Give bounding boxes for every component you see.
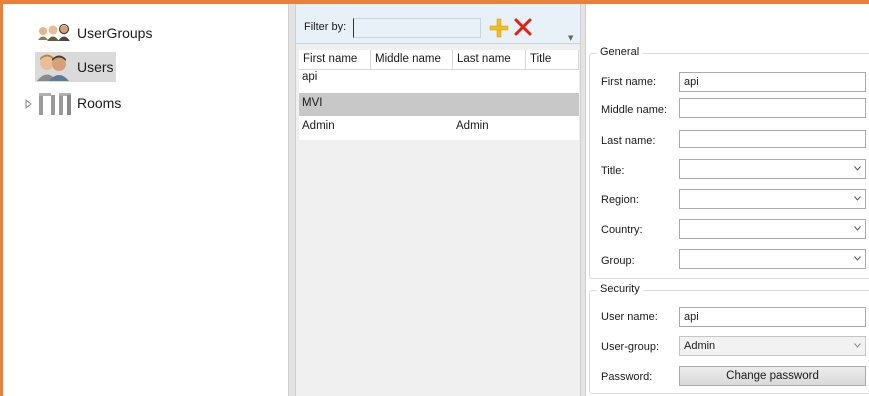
delete-icon[interactable]: [512, 16, 534, 38]
last-name-label: Last name:: [601, 135, 656, 147]
user-group-row: User-group: Admin: [590, 336, 869, 358]
first-name-field[interactable]: api: [679, 72, 866, 92]
expand-arrow-icon[interactable]: [24, 99, 34, 109]
user-name-field[interactable]: api: [679, 307, 866, 327]
navigation-tree: UserGroups Users Rooms: [3, 4, 288, 396]
tree-item-label: UserGroups: [77, 25, 153, 41]
chevron-down-icon: [854, 166, 861, 171]
middle-name-label: Middle name:: [601, 104, 668, 116]
security-group-title: Security: [597, 283, 643, 295]
group-select[interactable]: [679, 249, 866, 269]
column-header-first-name[interactable]: First name: [299, 50, 371, 70]
title-label: Title:: [601, 165, 625, 177]
group-row: Group:: [590, 249, 869, 271]
cell-title: [526, 93, 579, 116]
add-icon[interactable]: [488, 17, 510, 39]
first-name-row: First name: api: [590, 72, 869, 94]
table-row[interactable]: Admin Admin: [299, 116, 579, 140]
region-label: Region:: [601, 194, 639, 206]
overflow-icon[interactable]: ▼: [568, 34, 576, 42]
user-name-row: User name: api: [590, 307, 869, 329]
cell-last-name: [453, 93, 526, 116]
chevron-down-icon: [854, 343, 861, 348]
tree-item-rooms[interactable]: Rooms: [35, 88, 121, 118]
cell-middle-name: [371, 70, 453, 93]
chevron-down-icon: [854, 226, 861, 231]
column-header-title[interactable]: Title: [526, 50, 579, 70]
tree-item-users[interactable]: Users: [35, 52, 116, 82]
user-list-panel: Filter by: ▼ First name Middle name Last…: [296, 4, 580, 396]
chevron-down-icon: [854, 256, 861, 261]
user-groups-icon: [35, 18, 77, 48]
filter-input[interactable]: [353, 18, 481, 38]
cell-first-name: MVI: [302, 97, 323, 109]
table-row[interactable]: api: [299, 70, 579, 93]
security-group: Security User name: api User-group: Admi…: [589, 283, 869, 394]
grid-header: First name Middle name Last name Title: [299, 50, 579, 70]
column-header-last-name[interactable]: Last name: [453, 50, 526, 70]
table-row-selected[interactable]: MVI: [299, 93, 579, 116]
tree-item-label: Rooms: [77, 95, 122, 111]
group-label: Group:: [601, 255, 635, 267]
middle-name-row: Middle name:: [590, 98, 869, 120]
general-group-title: General: [597, 46, 643, 58]
last-name-field[interactable]: [679, 130, 866, 148]
user-group-select-value: Admin: [684, 340, 716, 352]
splitter-left[interactable]: [288, 4, 296, 396]
users-grid: First name Middle name Last name Title a…: [299, 50, 579, 396]
country-select[interactable]: [679, 219, 866, 239]
chevron-down-icon: [854, 196, 861, 201]
tree-item-label: Users: [77, 59, 114, 75]
filter-label: Filter by:: [304, 21, 347, 33]
tree-item-usergroups[interactable]: UserGroups: [35, 18, 152, 48]
region-select[interactable]: [679, 189, 866, 209]
cell-title: [526, 70, 579, 93]
country-row: Country:: [590, 219, 869, 241]
cell-first-name: Admin: [302, 120, 335, 132]
country-label: Country:: [601, 224, 643, 236]
cell-first-name: api: [302, 71, 318, 83]
user-name-label: User name:: [601, 311, 658, 323]
password-row: Password: Change password: [590, 366, 869, 388]
cell-last-name: Admin: [456, 120, 489, 132]
change-password-button[interactable]: Change password: [679, 366, 866, 386]
rooms-icon: [35, 88, 77, 118]
last-name-row: Last name:: [590, 130, 869, 152]
cell-last-name: [453, 70, 526, 93]
password-label: Password:: [601, 371, 653, 383]
filter-bar: Filter by: ▼: [296, 4, 580, 44]
middle-name-field[interactable]: [679, 98, 866, 118]
title-row: Title:: [590, 159, 869, 181]
cell-title: [526, 116, 579, 140]
cell-middle-name: [371, 116, 453, 140]
user-group-select[interactable]: Admin: [679, 336, 866, 356]
region-row: Region:: [590, 189, 869, 211]
users-icon: [35, 52, 77, 82]
first-name-label: First name:: [601, 76, 657, 88]
cell-middle-name: [371, 93, 453, 116]
title-select[interactable]: [679, 159, 866, 179]
general-group: General First name: api Middle name: Las…: [589, 46, 869, 279]
user-group-label: User-group:: [601, 341, 660, 353]
column-header-middle-name[interactable]: Middle name: [371, 50, 453, 70]
user-details-panel: General First name: api Middle name: Las…: [586, 4, 869, 396]
